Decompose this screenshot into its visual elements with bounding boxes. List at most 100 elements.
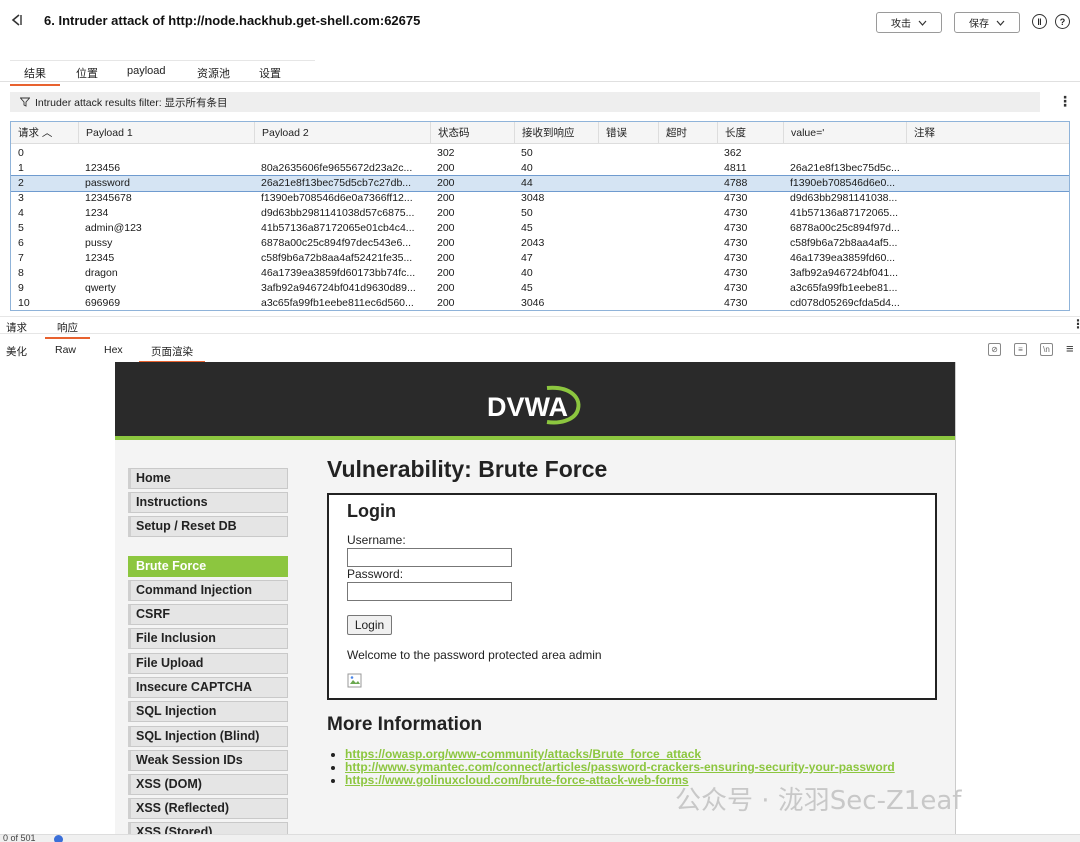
table-cell — [658, 296, 717, 310]
table-cell: 3046 — [521, 297, 545, 309]
menu-item-instructions[interactable]: Instructions — [128, 492, 288, 513]
column-header[interactable]: 错误 — [598, 122, 658, 144]
newline-icon[interactable]: \n — [1040, 343, 1053, 356]
column-header[interactable]: 长度 — [717, 122, 783, 144]
menu-item-weak-session-ids[interactable]: Weak Session IDs — [128, 750, 288, 771]
password-input[interactable] — [347, 582, 512, 601]
table-cell: cd078d05269cfda5d4... — [790, 297, 900, 309]
more-options-icon[interactable]: ⋮ — [1058, 94, 1072, 108]
link-owasp[interactable]: https://owasp.org/www-community/attacks/… — [345, 747, 701, 761]
table-row[interactable]: 4 1234 d9d63bb2981141038d57c6875... 200 50 47… — [11, 206, 1069, 221]
table-row[interactable]: 0 302 50 362 — [11, 146, 1069, 161]
attack-button[interactable]: 攻击 — [876, 12, 942, 33]
tab-resource-pool[interactable]: 资源池 — [197, 65, 230, 81]
table-row[interactable]: 3 12345678 f1390eb708546d6e0a7366ff12... 20… — [11, 191, 1069, 206]
table-cell — [783, 146, 906, 161]
hide-icon[interactable]: ⊘ — [988, 343, 1001, 356]
menu-item-sql-injection-blind[interactable]: SQL Injection (Blind) — [128, 726, 288, 747]
table-cell — [658, 266, 717, 281]
column-header[interactable]: 接收到响应 — [514, 122, 598, 144]
menu-item-insecure-captcha[interactable]: Insecure CAPTCHA — [128, 677, 288, 698]
table-cell: 6878a00c25c894f97dec543e6... — [261, 237, 412, 249]
tab-pretty[interactable]: 美化 — [6, 344, 27, 359]
column-header[interactable]: 状态码 — [430, 122, 514, 144]
column-header[interactable]: 注释 — [906, 122, 1069, 144]
table-cell — [658, 146, 717, 161]
table-cell: 200 — [437, 192, 455, 204]
more-options-icon[interactable]: ⋮ — [1072, 318, 1080, 330]
menu-item-xss-reflected[interactable]: XSS (Reflected) — [128, 798, 288, 819]
status-bar: 0 of 501 — [0, 833, 1080, 842]
menu-item-command-injection[interactable]: Command Injection — [128, 580, 288, 601]
tab-settings[interactable]: 设置 — [259, 65, 281, 81]
tab-results[interactable]: 结果 — [10, 65, 60, 86]
table-cell: 7 — [18, 252, 24, 264]
username-input[interactable] — [347, 548, 512, 567]
table-row[interactable]: 2 password 26a21e8f13bec75d5cb7c27db... 200… — [11, 175, 1069, 192]
menu-icon[interactable]: ≡ — [1066, 342, 1074, 355]
column-header[interactable]: Payload 2 — [254, 122, 430, 144]
table-cell: 5 — [18, 222, 24, 234]
table-cell — [598, 296, 658, 310]
pause-icon[interactable]: ‖ — [1032, 14, 1047, 29]
table-cell: 200 — [437, 207, 455, 219]
back-icon[interactable] — [10, 13, 24, 27]
table-cell — [906, 236, 1069, 251]
menu-item-file-upload[interactable]: File Upload — [128, 653, 288, 674]
table-row[interactable]: 7 12345 c58f9b6a72b8aa4af52421fe35... 200 47… — [11, 251, 1069, 266]
save-button[interactable]: 保存 — [954, 12, 1020, 33]
column-header[interactable]: Payload 1 — [78, 122, 254, 144]
table-cell — [598, 176, 658, 191]
tab-payload[interactable]: payload — [127, 65, 166, 77]
menu-item-csrf[interactable]: CSRF — [128, 604, 288, 625]
tab-response[interactable]: 响应 — [45, 320, 90, 339]
results-table: 请求 ︿ Payload 1 Payload 2 状态码 接收到响应 错误 超时… — [10, 121, 1070, 311]
menu-item-home[interactable]: Home — [128, 468, 288, 489]
table-cell — [906, 266, 1069, 281]
table-cell — [658, 191, 717, 206]
table-cell: 200 — [437, 177, 455, 189]
table-row[interactable]: 10 696969 a3c65fa99fb1eebe811ec6d560... 200… — [11, 296, 1069, 310]
help-icon[interactable]: ? — [1055, 14, 1070, 29]
table-row[interactable]: 5 admin@123 41b57136a87172065e01cb4c4... 20… — [11, 221, 1069, 236]
table-cell: dragon — [85, 267, 118, 279]
tab-render[interactable]: 页面渲染 — [139, 344, 205, 363]
table-cell — [598, 251, 658, 266]
dvwa-header: DVWA — [115, 362, 956, 440]
table-cell: 50 — [521, 207, 533, 219]
table-cell — [598, 161, 658, 176]
table-cell: 26a21e8f13bec75d5cb7c27db... — [261, 177, 412, 189]
table-cell — [598, 146, 658, 161]
table-cell: 4730 — [724, 222, 748, 234]
format-icon[interactable]: ≡ — [1014, 343, 1027, 356]
table-cell: 8 — [18, 267, 24, 279]
table-cell: 302 — [437, 147, 455, 159]
table-cell: 200 — [437, 267, 455, 279]
menu-item-setup-reset-db[interactable]: Setup / Reset DB — [128, 516, 288, 537]
column-header[interactable]: value=' — [783, 122, 906, 144]
menu-item-brute-force[interactable]: Brute Force — [128, 556, 288, 577]
attack-button-label: 攻击 — [891, 19, 911, 30]
divider — [955, 362, 956, 837]
table-cell: 200 — [437, 222, 455, 234]
column-header[interactable]: 超时 — [658, 122, 717, 144]
menu-item-xss-dom[interactable]: XSS (DOM) — [128, 774, 288, 795]
column-header[interactable]: 请求 ︿ — [11, 122, 78, 144]
menu-item-sql-injection[interactable]: SQL Injection — [128, 701, 288, 722]
tab-request[interactable]: 请求 — [6, 320, 27, 335]
link-symantec[interactable]: http://www.symantec.com/connect/articles… — [345, 760, 895, 774]
table-cell: 46a1739ea3859fd60173bb74fc... — [261, 267, 416, 279]
table-row[interactable]: 1 123456 80a2635606fe9655672d23a2c... 200 40… — [11, 161, 1069, 176]
login-button[interactable]: Login — [347, 615, 392, 635]
menu-item-file-inclusion[interactable]: File Inclusion — [128, 628, 288, 649]
link-golinuxcloud[interactable]: https://www.golinuxcloud.com/brute-force… — [345, 773, 689, 787]
tab-raw[interactable]: Raw — [55, 344, 76, 356]
table-cell — [598, 221, 658, 236]
results-filter[interactable]: Intruder attack results filter: 显示所有条目 — [10, 92, 1040, 112]
tab-hex[interactable]: Hex — [104, 344, 123, 356]
table-cell: 9 — [18, 282, 24, 294]
table-row[interactable]: 6 pussy 6878a00c25c894f97dec543e6... 200 204… — [11, 236, 1069, 251]
table-row[interactable]: 8 dragon 46a1739ea3859fd60173bb74fc... 200 4… — [11, 266, 1069, 281]
tab-positions[interactable]: 位置 — [76, 65, 98, 81]
table-row[interactable]: 9 qwerty 3afb92a946724bf041d9630d89... 200 4… — [11, 281, 1069, 296]
